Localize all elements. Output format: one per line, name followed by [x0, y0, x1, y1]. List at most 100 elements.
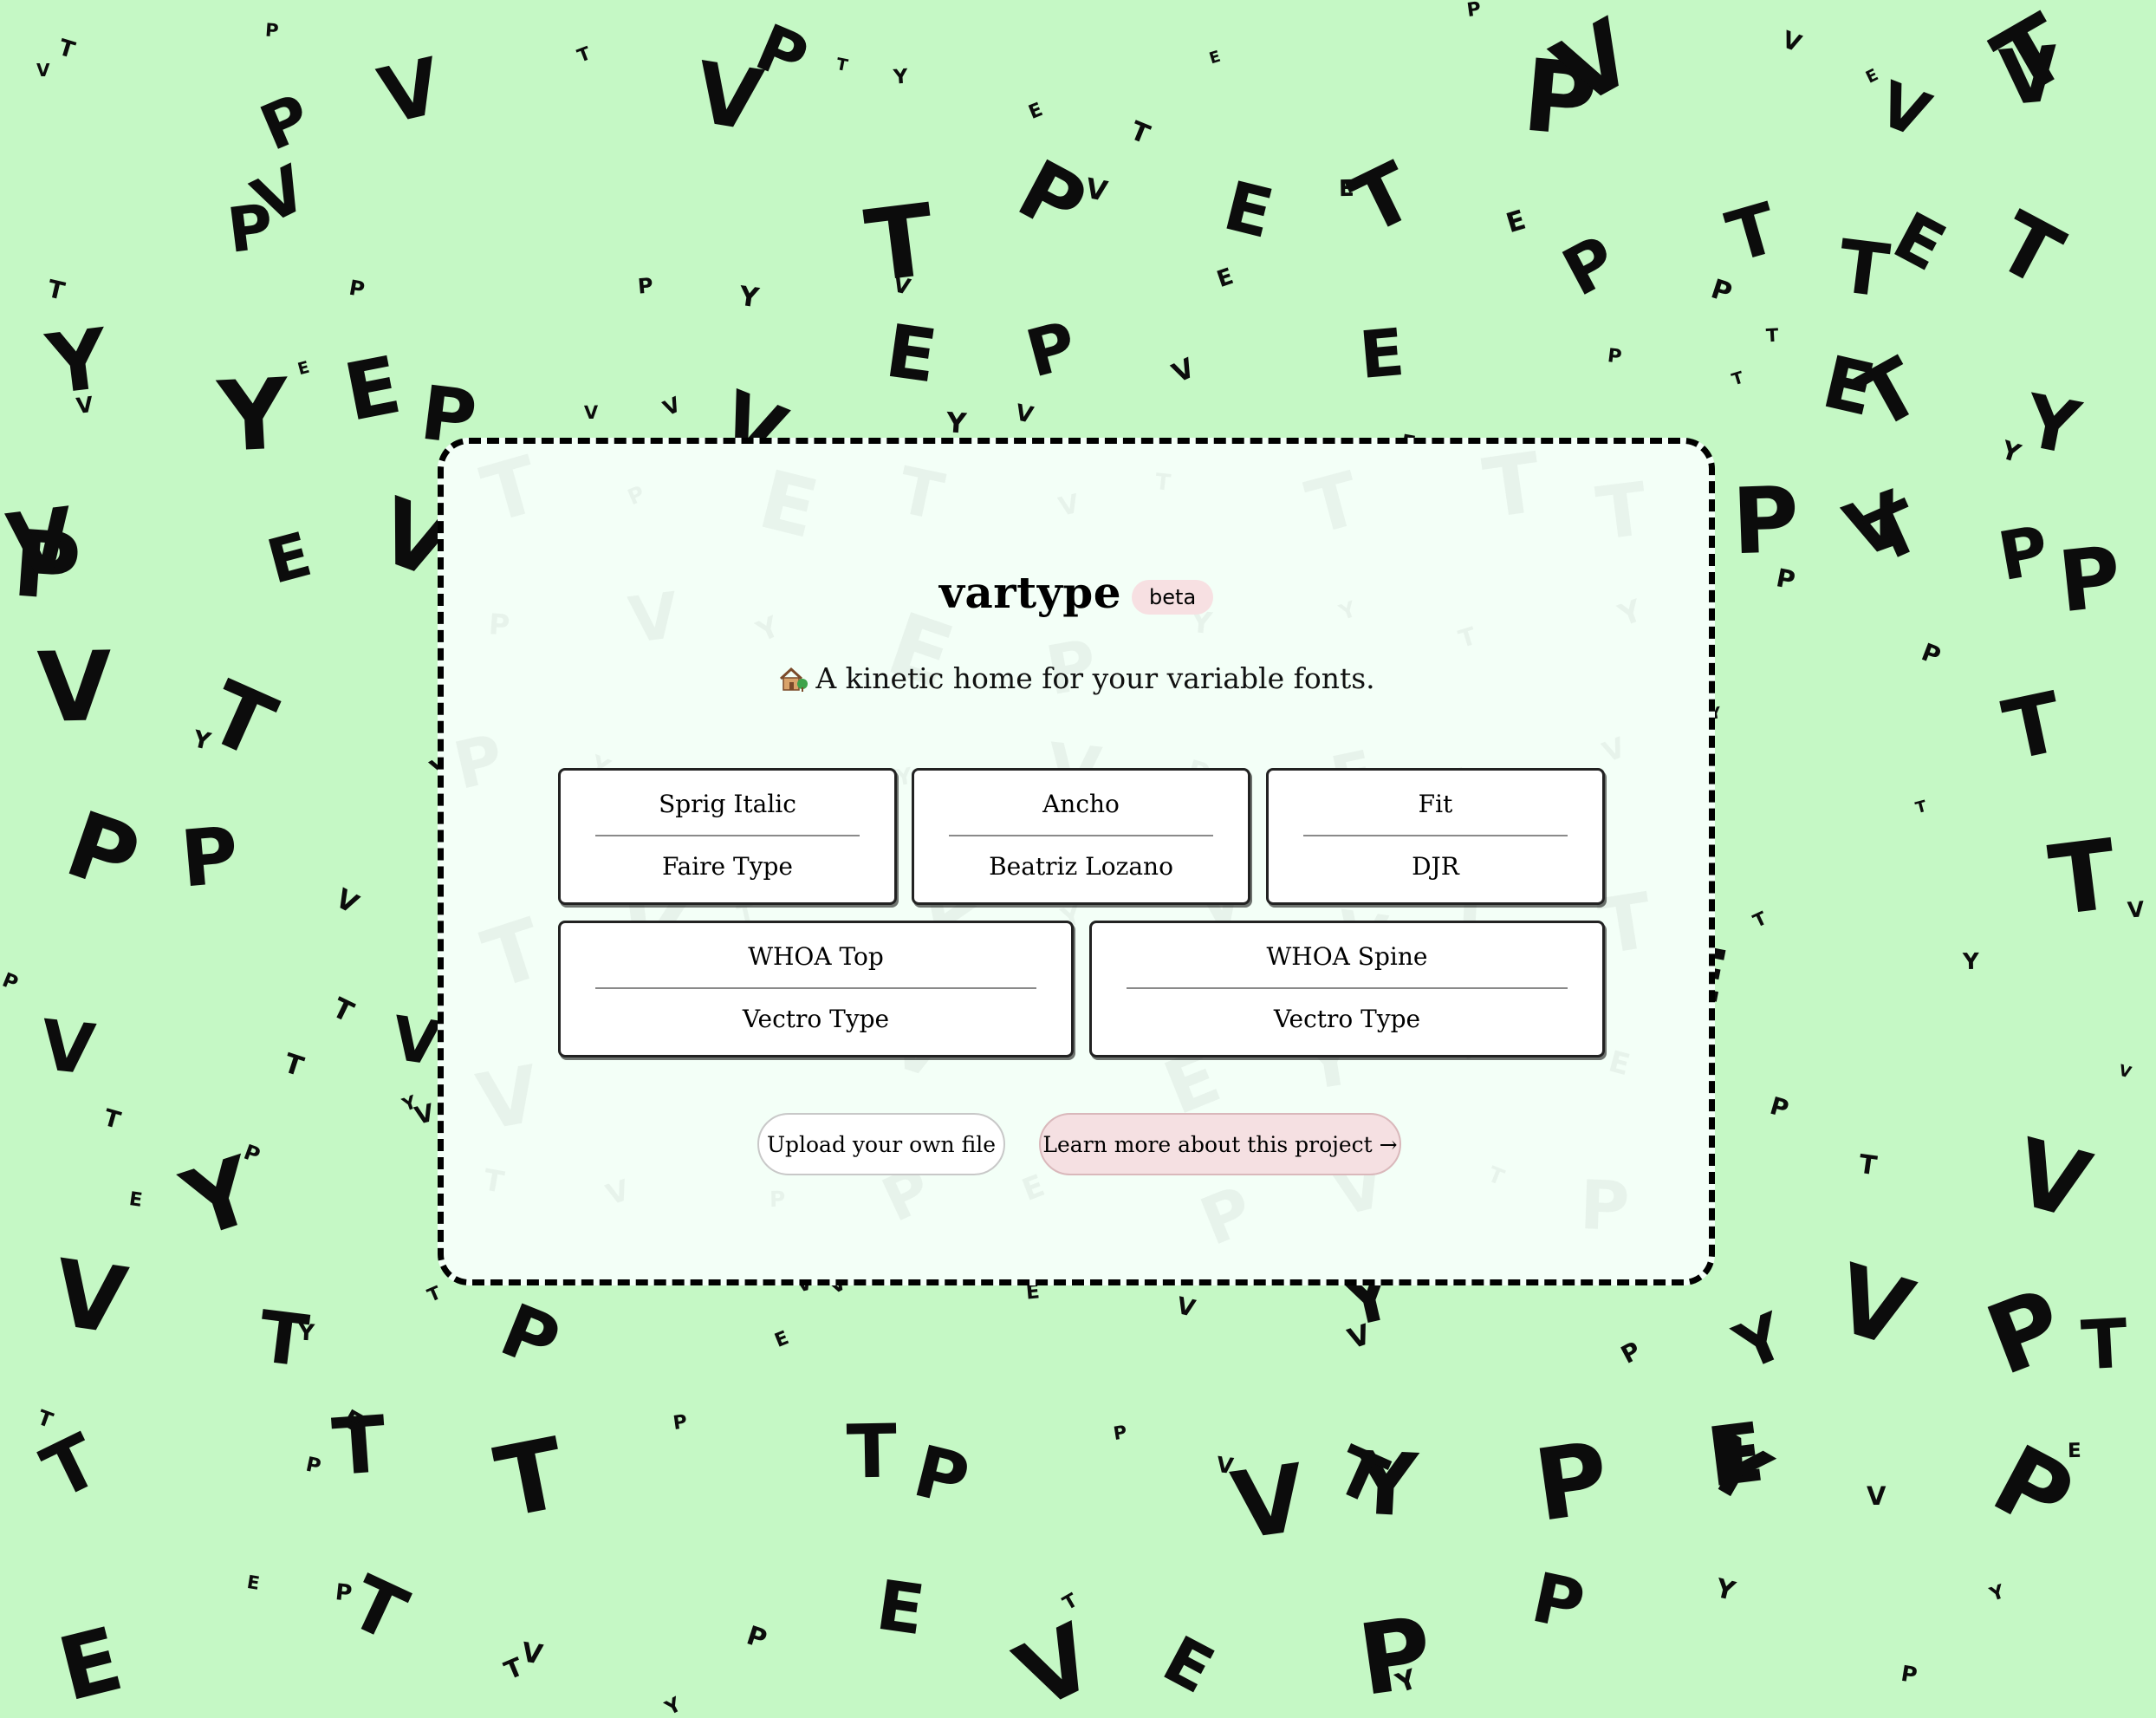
background-letter: Y [1724, 1299, 1796, 1385]
background-letter: V [688, 42, 769, 151]
background-letter: P [1606, 345, 1623, 368]
background-letter: P [224, 190, 277, 267]
background-letter: P [1018, 306, 1085, 393]
background-letter: P [636, 273, 654, 299]
background-letter: P [0, 968, 22, 996]
background-letter: E [1881, 197, 1958, 287]
font-button-sprig-italic[interactable]: Sprig Italic Faire Type [558, 768, 897, 905]
background-letter: T [424, 1282, 445, 1306]
background-letter: E [880, 308, 942, 400]
background-letter: P [906, 1430, 977, 1523]
background-letter: V [583, 401, 599, 424]
background-letter: P [1003, 142, 1101, 254]
background-letter: T [55, 35, 78, 64]
font-foundry: DJR [1412, 852, 1459, 881]
font-name: WHOA Spine [1266, 942, 1428, 971]
background-letter: T [1750, 908, 1770, 932]
background-letter: E [337, 340, 408, 439]
background-letter: V [1001, 1604, 1111, 1718]
background-letter: P [177, 810, 243, 906]
background-letter: T [846, 1409, 898, 1496]
background-letter: P [743, 1620, 771, 1656]
background-letter: T [2043, 818, 2123, 939]
background-letter: Y [215, 357, 292, 475]
font-foundry: Beatriz Lozano [989, 852, 1173, 881]
background-letter: E [1024, 1280, 1041, 1305]
divider [949, 835, 1213, 836]
background-letter: T [1996, 674, 2071, 780]
background-letter: V [412, 1097, 438, 1131]
background-letter: P [1899, 1660, 1919, 1689]
background-letter: Y [893, 65, 909, 89]
font-button-whoa-spine[interactable]: WHOA Spine Vectro Type [1089, 921, 1605, 1057]
app-title: vartype [938, 567, 1122, 618]
background-letter: V [659, 392, 685, 421]
background-letter: T [1834, 223, 1894, 315]
background-letter: E [295, 357, 312, 380]
background-letter: T [101, 1104, 124, 1135]
font-name: Sprig Italic [659, 790, 796, 818]
background-letter: P [240, 1139, 263, 1168]
background-letter: T [1765, 324, 1779, 347]
background-letter: Y [297, 1319, 315, 1347]
font-button-ancho[interactable]: Ancho Beatriz Lozano [912, 768, 1250, 905]
background-letter: P [54, 791, 152, 914]
background-letter: P [1465, 0, 1483, 23]
background-letter: P [1550, 220, 1630, 311]
intro-card: TPETVTTTTPVYEPYYTYPYTYVPEVVTVTYYVVTTVPYV… [438, 438, 1715, 1285]
background-letter: Y [945, 406, 968, 440]
background-letter: P [1112, 1421, 1129, 1445]
background-letter: T [1729, 368, 1746, 390]
background-letter: V [1868, 67, 1940, 153]
font-foundry: Vectro Type [1273, 1005, 1421, 1033]
font-button-whoa-top[interactable]: WHOA Top Vectro Type [558, 921, 1074, 1057]
background-letter: V [1215, 1451, 1236, 1480]
background-letter: Y [1962, 948, 1980, 976]
background-letter: V [371, 40, 450, 142]
background-letter: P [334, 1579, 354, 1607]
background-letter: T [487, 1416, 575, 1541]
background-letter: P [1992, 511, 2055, 597]
background-letter: Y [661, 1693, 685, 1718]
background-letter: V [2003, 1118, 2101, 1240]
background-letter: P [1525, 1557, 1591, 1647]
background-letter: T [1126, 115, 1154, 151]
background-letter: P [1528, 1419, 1616, 1545]
learn-more-button[interactable]: Learn more about this project → [1039, 1113, 1401, 1175]
background-letter: P [1972, 1267, 2079, 1398]
background-letter: P [1616, 1336, 1646, 1370]
background-letter: E [1216, 166, 1281, 255]
background-letter: Y [1987, 1581, 2008, 1606]
background-letter: E [49, 1607, 133, 1718]
background-letter: P [1976, 1423, 2090, 1555]
tagline: A kinetic home for your variable fonts. [444, 661, 1709, 695]
background-letter: E [127, 1188, 144, 1212]
background-letter: P [1917, 637, 1945, 671]
background-letter: V [36, 1005, 99, 1090]
font-button-fit[interactable]: Fit DJR [1266, 768, 1605, 905]
background-letter: T [336, 1559, 419, 1659]
background-letter: P [303, 1453, 323, 1479]
background-letter: V [1822, 1244, 1925, 1370]
background-letter: V [1225, 1444, 1312, 1562]
background-letter: V [2127, 896, 2146, 923]
background-letter: T [44, 274, 68, 306]
background-letter: T [1913, 797, 1929, 818]
background-letter: V [1996, 29, 2063, 123]
background-letter: P [1730, 466, 1802, 576]
font-name: Fit [1418, 790, 1453, 818]
upload-file-button[interactable]: Upload your own file [757, 1113, 1005, 1175]
font-foundry: Faire Type [661, 852, 794, 881]
background-letter: T [193, 661, 289, 778]
background-letter: T [1337, 144, 1428, 253]
font-name: WHOA Top [748, 942, 884, 971]
background-letter: V [1867, 1481, 1886, 1511]
background-letter: T [574, 42, 594, 67]
background-letter: E [260, 518, 319, 598]
background-letter: E [1503, 204, 1529, 240]
background-letter: P [1766, 1090, 1792, 1124]
divider [595, 835, 860, 836]
background-letter: T [2079, 1305, 2130, 1386]
background-letter: P [1707, 273, 1736, 309]
background-letter: V [2116, 1061, 2133, 1083]
